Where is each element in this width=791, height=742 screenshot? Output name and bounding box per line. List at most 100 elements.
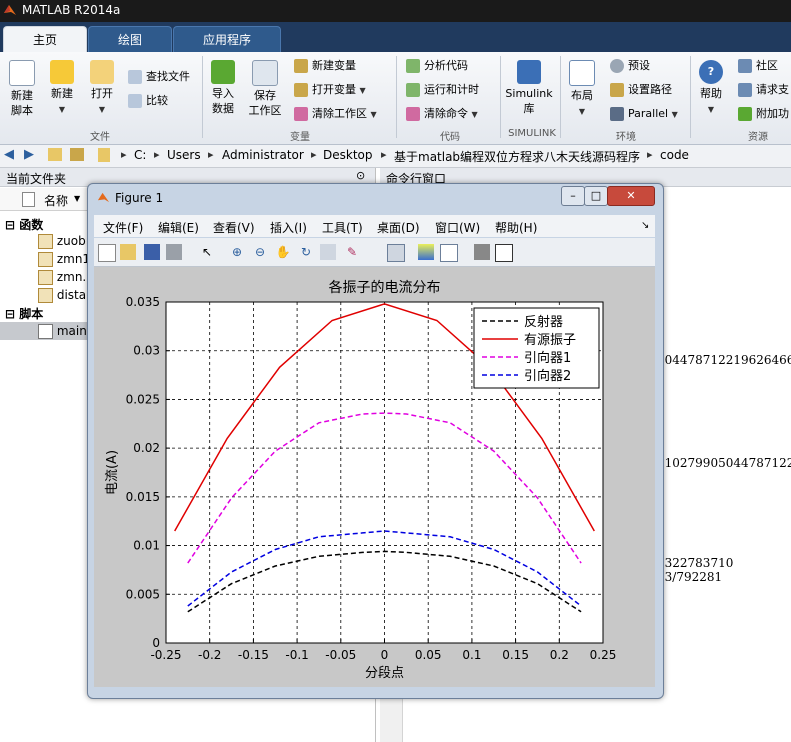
- open-variable-button[interactable]: 打开变量 ▼: [294, 80, 366, 100]
- tab-plots[interactable]: 绘图: [88, 26, 172, 53]
- command-output-line: 8322783710​13/792281: [657, 556, 734, 584]
- panel-menu-icon[interactable]: ⊙: [356, 169, 365, 182]
- script-file-icon: [38, 324, 53, 339]
- group-simulink-label: SIMULINK: [508, 128, 556, 139]
- new-figure-icon[interactable]: [98, 244, 116, 262]
- sort-arrow-icon[interactable]: ▼: [74, 194, 80, 203]
- x-tick-label: -0.05: [325, 648, 356, 662]
- set-path-button[interactable]: 设置路径: [610, 80, 672, 100]
- new-script-icon: [9, 60, 35, 86]
- tab-apps[interactable]: 应用程序: [173, 26, 281, 53]
- pan-hand-icon[interactable]: ✋: [275, 244, 291, 260]
- legend-icon[interactable]: [440, 244, 458, 262]
- breadcrumb-item[interactable]: Users: [167, 148, 201, 162]
- collapse-icon[interactable]: ⊟: [5, 307, 15, 321]
- collapse-icon[interactable]: ⊟: [5, 218, 15, 232]
- brush-icon[interactable]: ✎: [344, 244, 360, 260]
- community-button[interactable]: 社区: [738, 56, 778, 76]
- parallel-button[interactable]: Parallel ▼: [610, 104, 678, 124]
- tree-group-scripts[interactable]: ⊟ 脚本: [5, 305, 43, 322]
- print-icon[interactable]: [166, 244, 182, 260]
- folder-icon: [90, 60, 114, 84]
- simulink-library-button[interactable]: Simulink 库: [504, 60, 554, 116]
- menu-insert[interactable]: 插入(I): [270, 219, 307, 236]
- address-bar: ◀ ▶ ▸ C: ▸ Users ▸ Administrator ▸ Deskt…: [0, 145, 791, 168]
- menu-window[interactable]: 窗口(W): [435, 219, 480, 236]
- import-data-button[interactable]: 导入 数据: [206, 60, 240, 116]
- run-and-time-button[interactable]: 运行和计时: [406, 80, 479, 100]
- tree-group-functions[interactable]: ⊟ 函数: [5, 216, 43, 233]
- chevron-down-icon: ▼: [359, 86, 366, 95]
- browse-folder-icon[interactable]: [70, 148, 84, 161]
- zoom-in-icon[interactable]: ⊕: [229, 244, 245, 260]
- pointer-icon[interactable]: ↖: [199, 244, 215, 260]
- ribbon-tab-strip: 主页 绘图 应用程序: [0, 22, 791, 53]
- breadcrumb-item[interactable]: 基于matlab编程双位方程求八木天线源码程序: [394, 148, 640, 165]
- minimize-button[interactable]: –: [561, 186, 585, 206]
- menu-edit[interactable]: 编辑(E): [158, 219, 199, 236]
- up-folder-icon[interactable]: [48, 148, 62, 161]
- new-button[interactable]: 新建 ▼: [44, 60, 80, 117]
- x-tick-label: -0.15: [238, 648, 269, 662]
- find-files-button[interactable]: 查找文件: [128, 67, 190, 87]
- clear-commands-button[interactable]: 清除命令 ▼: [406, 104, 478, 124]
- data-cursor-icon[interactable]: [320, 244, 336, 260]
- menu-desktop[interactable]: 桌面(D): [377, 219, 420, 236]
- menu-file[interactable]: 文件(F): [103, 219, 143, 236]
- name-column-header[interactable]: 名称: [44, 192, 68, 209]
- show-plot-tools-icon[interactable]: [495, 244, 513, 262]
- close-button[interactable]: ✕: [607, 186, 655, 206]
- help-button[interactable]: ? 帮助 ▼: [694, 60, 728, 117]
- open-file-icon[interactable]: [120, 244, 136, 260]
- legend-label: 反射器: [524, 314, 563, 330]
- breadcrumb-item[interactable]: code: [660, 148, 689, 162]
- import-data-icon: [211, 60, 235, 84]
- colorbar-icon[interactable]: [418, 244, 434, 260]
- link-plot-icon[interactable]: [387, 244, 405, 262]
- list-item[interactable]: zuob: [38, 234, 86, 249]
- list-item[interactable]: zmn1: [38, 252, 90, 267]
- save-workspace-button[interactable]: 保存 工作区: [244, 60, 286, 118]
- list-item[interactable]: distar: [38, 288, 91, 303]
- clear-workspace-button[interactable]: 清除工作区 ▼: [294, 104, 377, 124]
- x-axis-label: 分段点: [365, 666, 404, 681]
- forward-arrow-icon[interactable]: ▶: [24, 147, 34, 162]
- menu-view[interactable]: 查看(V): [213, 219, 255, 236]
- maximize-button[interactable]: □: [584, 186, 608, 206]
- chevron-down-icon: ▼: [707, 105, 715, 114]
- function-file-icon: [38, 252, 53, 267]
- breadcrumb-item[interactable]: Administrator: [222, 148, 304, 162]
- rotate-3d-icon[interactable]: ↻: [298, 244, 314, 260]
- hide-plot-tools-icon[interactable]: [474, 244, 490, 260]
- dock-arrow-icon[interactable]: ↘: [641, 220, 649, 231]
- matlab-logo-icon: [97, 191, 110, 204]
- save-icon[interactable]: [144, 244, 160, 260]
- layout-button[interactable]: 布局 ▼: [564, 60, 600, 119]
- list-item[interactable]: main.: [38, 324, 91, 339]
- menu-help[interactable]: 帮助(H): [495, 219, 537, 236]
- new-script-button[interactable]: 新建 脚本: [4, 60, 40, 118]
- ribbon-divider: [560, 56, 561, 138]
- current-distribution-chart[interactable]: -0.25 -0.2 -0.15 -0.1 -0.05 0 0.05 0.1 0.15 0.2 0.…: [94, 267, 655, 687]
- addons-button[interactable]: 附加功: [738, 104, 789, 124]
- open-button[interactable]: 打开 ▼: [84, 60, 120, 117]
- breadcrumb-item[interactable]: C:: [134, 148, 146, 162]
- request-support-button[interactable]: 请求支: [738, 80, 789, 100]
- help-icon: ?: [699, 60, 723, 84]
- clear-workspace-icon: [294, 107, 308, 121]
- analyze-code-button[interactable]: 分析代码: [406, 56, 468, 76]
- run-and-time-icon: [406, 83, 420, 97]
- function-file-icon: [38, 288, 53, 303]
- new-variable-button[interactable]: 新建变量: [294, 56, 356, 76]
- chevron-down-icon: ▼: [471, 110, 478, 119]
- new-plus-icon: [50, 60, 74, 84]
- menu-tools[interactable]: 工具(T): [322, 219, 363, 236]
- preferences-button[interactable]: 预设: [610, 56, 650, 76]
- breadcrumb-item[interactable]: Desktop: [323, 148, 373, 162]
- group-variable-label: 变量: [290, 132, 310, 143]
- back-arrow-icon[interactable]: ◀: [4, 147, 14, 162]
- folder-icon: [98, 148, 110, 162]
- tab-home[interactable]: 主页: [3, 26, 87, 53]
- compare-button[interactable]: 比较: [128, 91, 168, 111]
- zoom-out-icon[interactable]: ⊖: [252, 244, 268, 260]
